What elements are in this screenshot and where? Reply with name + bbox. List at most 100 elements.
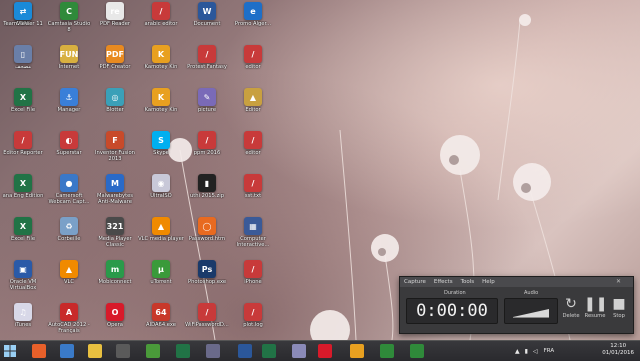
desktop-icon[interactable]: Xana Eng Edition (0, 172, 46, 212)
windows-start-icon[interactable] (4, 345, 16, 357)
desktop-icon[interactable]: X Excel File (0, 215, 46, 255)
taskbar: ▲ ▮ ◁ FRA 12:10 01/01/2016 (0, 340, 640, 361)
desktop-icon[interactable]: O Opera (92, 301, 138, 341)
desktop-icon[interactable]: ✎ picture (184, 86, 230, 126)
audio-level-meter[interactable] (504, 298, 558, 324)
desktop-icon[interactable]: μ uTorrent (138, 258, 184, 298)
menu-effects[interactable]: Effects (434, 279, 453, 285)
desktop-icon[interactable]: / ppm 2016 (184, 129, 230, 169)
desktop-icon-label: TeamViewer 11 (3, 21, 43, 27)
app-icon: / (198, 45, 216, 63)
desktop-icon[interactable]: ▦ Computer Interactive... (230, 215, 276, 255)
app-icon: ♫ (14, 303, 32, 321)
menu-tools[interactable]: Tools (461, 279, 475, 285)
delete-button[interactable]: ↻ Delete (560, 295, 582, 319)
app-icon: / (244, 131, 262, 149)
desktop-icon[interactable]: / Protest Fantasy (184, 43, 230, 83)
clock-date: 01/01/2016 (602, 350, 634, 356)
desktop-icon[interactable]: ◐ Superstar (46, 129, 92, 169)
taskbar-app-icon[interactable] (88, 344, 102, 358)
resume-button[interactable]: ❚❚ Resume (584, 295, 607, 319)
taskbar-app-icon[interactable] (32, 344, 46, 358)
desktop-icon[interactable]: / sst.txt (230, 172, 276, 212)
desktop-icon-label: uTorrent (150, 279, 172, 285)
desktop-icon-label: ana Eng Edition (2, 193, 44, 199)
desktop-icon[interactable]: re PDF Reader (92, 0, 138, 40)
desktop-icon[interactable]: ▲ VLC media player (138, 215, 184, 255)
taskbar-app-icon[interactable] (292, 344, 306, 358)
app-icon: ▦ (244, 217, 262, 235)
desktop-icon[interactable]: / plot.log (230, 301, 276, 341)
desktop-icon[interactable]: ▲ VLC (46, 258, 92, 298)
desktop-icon[interactable]: / editor (230, 43, 276, 83)
desktop-icon[interactable]: / WiFiPasswordD... (184, 301, 230, 341)
menu-help[interactable]: Help (482, 279, 495, 285)
desktop-icon[interactable]: W Document (184, 0, 230, 40)
desktop-icon[interactable]: K Kamotey Kin (138, 43, 184, 83)
desktop-icon[interactable]: ▯ مصحف (0, 43, 46, 83)
desktop-icon[interactable]: 321 Media Player Classic (92, 215, 138, 255)
volume-icon[interactable]: ◁ (533, 348, 538, 355)
language-indicator[interactable]: FRA (544, 348, 555, 354)
menu-capture[interactable]: Capture (404, 279, 426, 285)
desktop-icon[interactable]: ◉ UltraISO (138, 172, 184, 212)
desktop-icon[interactable]: Ps Photoshop.exe (184, 258, 230, 298)
desktop-icon[interactable]: ▲ Editor (230, 86, 276, 126)
taskbar-app-icon[interactable] (176, 344, 190, 358)
desktop-icon[interactable]: ♻ Corbeille (46, 215, 92, 255)
app-icon: / (244, 260, 262, 278)
desktop-icon[interactable]: ♫ iTunes (0, 301, 46, 341)
desktop-icon[interactable]: F Inventor Fusion 2013 (92, 129, 138, 169)
desktop-icon[interactable]: / Editor Reporter (0, 129, 46, 169)
app-icon: ◐ (60, 131, 78, 149)
app-icon: X (14, 88, 32, 106)
desktop-icon[interactable]: S Skype (138, 129, 184, 169)
tray-chevron-icon[interactable]: ▲ (515, 348, 520, 355)
desktop-icon-label: arabic editor (144, 21, 178, 27)
close-icon[interactable]: ✕ (616, 278, 621, 285)
desktop-icon[interactable]: e Promo Alger... (230, 0, 276, 40)
desktop-icon[interactable]: / arabic editor (138, 0, 184, 40)
taskbar-clock[interactable]: 12:10 01/01/2016 (602, 343, 634, 357)
desktop-icon[interactable]: FUN Internet (46, 43, 92, 83)
desktop-icon[interactable]: ⇄ TeamViewer 11 (0, 0, 46, 40)
desktop-icon[interactable]: K Kamotey Kin (138, 86, 184, 126)
desktop-icon[interactable]: ◎ Blotter (92, 86, 138, 126)
desktop-icon[interactable]: ▮ uthi 2015.zip (184, 172, 230, 212)
desktop-icon[interactable]: / iPhone (230, 258, 276, 298)
desktop-icon[interactable]: ▣ Oracle VM VirtualBox (0, 258, 46, 298)
desktop-icon[interactable]: m Mobiconnect (92, 258, 138, 298)
taskbar-app-icon[interactable] (410, 344, 424, 358)
clock-time: 12:10 (610, 343, 627, 349)
network-icon[interactable]: ▮ (525, 348, 528, 355)
desktop-icon-label: Kamotey Kin (144, 107, 178, 113)
taskbar-app-icon[interactable] (238, 344, 252, 358)
stop-button[interactable]: ■ Stop (608, 295, 630, 319)
desktop-icon[interactable]: X Excel File (0, 86, 46, 126)
desktop-icon-label: uthi 2015.zip (189, 193, 224, 199)
desktop-icon[interactable]: M Malwarebytes Anti-Malware (92, 172, 138, 212)
app-icon: F (106, 131, 124, 149)
desktop-icon[interactable]: A AutoCAD 2012 - Français (46, 301, 92, 341)
taskbar-app-icon[interactable] (60, 344, 74, 358)
app-icon: M (106, 174, 124, 192)
taskbar-app-icon[interactable] (350, 344, 364, 358)
desktop-icon[interactable]: / editor (230, 129, 276, 169)
app-icon: ▲ (244, 88, 262, 106)
desktop-icon[interactable]: ⚓ Manager (46, 86, 92, 126)
taskbar-app-icon[interactable] (380, 344, 394, 358)
taskbar-app-icon[interactable] (262, 344, 276, 358)
desktop-icon[interactable]: ● Camersoft Webcam Capt... (46, 172, 92, 212)
desktop-icon-label: Editor (245, 107, 261, 113)
taskbar-app-icon[interactable] (116, 344, 130, 358)
taskbar-app-icon[interactable] (146, 344, 160, 358)
desktop-icon[interactable]: 64 AIDA64.exe (138, 301, 184, 341)
desktop-icon[interactable]: ◯ Password.htm (184, 215, 230, 255)
desktop-icon-label: sst.txt (244, 193, 262, 199)
desktop-icon[interactable]: PDF PDF Creator (92, 43, 138, 83)
taskbar-app-icon[interactable] (206, 344, 220, 358)
resume-label: Resume (584, 313, 606, 319)
app-icon: ● (60, 174, 78, 192)
desktop-icon[interactable]: C Camtasia Studio 8 (46, 0, 92, 40)
taskbar-app-icon[interactable] (318, 344, 332, 358)
